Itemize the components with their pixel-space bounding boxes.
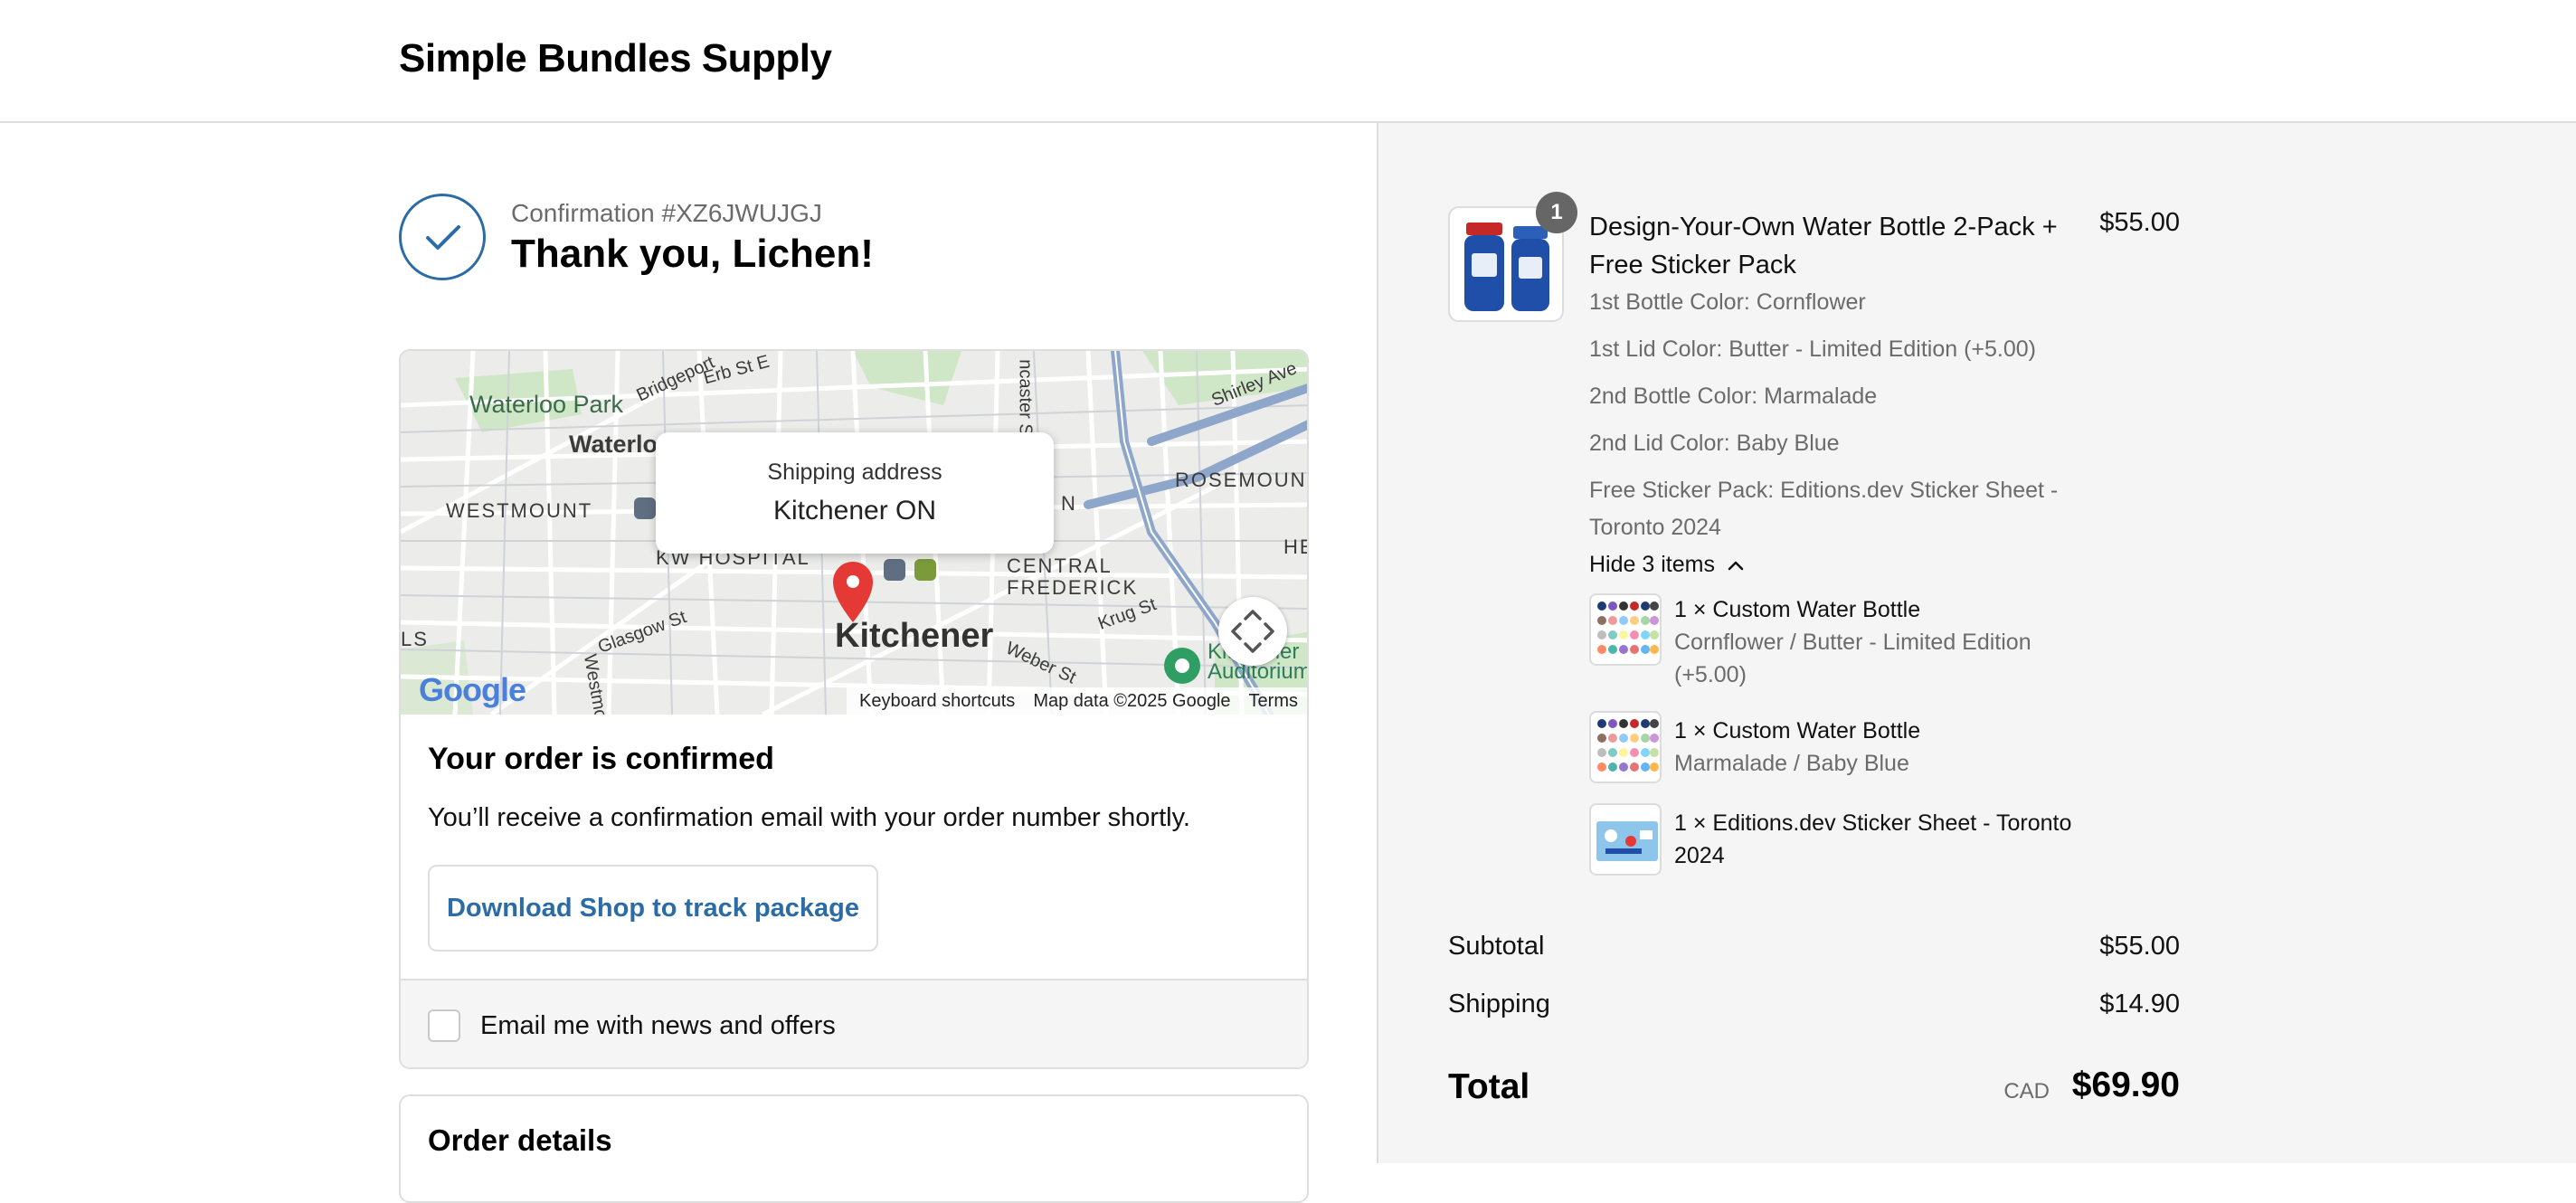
shipping-map[interactable]: Waterloo Park Waterlo WESTMOUNT KW HOSPI… [401,351,1309,715]
product-option: Free Sticker Pack: Editions.dev Sticker … [1589,478,2059,540]
bottle-swatches-image [1597,602,1659,654]
map-label: WESTMOUNT [446,499,593,522]
product-option: 1st Bottle Color: Cornflower [1589,289,1866,315]
order-confirmed-title: Your order is confirmed [428,742,774,776]
sub-item-thumbnail [1589,711,1662,783]
subtotal-value: $55.00 [2099,932,2180,961]
download-shop-button[interactable]: Download Shop to track package [428,865,878,952]
map-label: N [1061,492,1075,515]
product-option: 2nd Lid Color: Baby Blue [1589,431,1840,456]
map-label: CENTRAL FREDERICK [1007,554,1139,599]
total-value: $69.90 [2071,1066,2180,1104]
terms-link[interactable]: Terms [1249,691,1298,712]
product-name: Design-Your-Own Water Bottle 2-Pack + Fr… [1589,213,2058,279]
email-opt-in-checkbox[interactable] [428,1009,460,1042]
sub-item-title: 1 × Custom Water Bottle [1674,718,1921,744]
product-option: 1st Lid Color: Butter - Limited Edition … [1589,336,2036,362]
store-name[interactable]: Simple Bundles Supply [399,36,832,81]
order-details-title: Order details [428,1123,612,1157]
order-details-card: Order details [399,1094,1309,1203]
bottle-swatches-image [1597,719,1659,772]
map-label: Kitchener [835,617,994,655]
map-label: HE [1283,535,1307,558]
quantity-badge: 1 [1536,192,1577,233]
hide-items-toggle[interactable]: Hide 3 items [1589,552,1745,578]
sub-item-desc: Marmalade / Baby Blue [1674,751,1909,776]
sub-item-title: 1 × Custom Water Bottle [1674,597,1921,622]
order-confirmed-text: You’ll receive a confirmation email with… [428,803,1190,832]
map-label: ncaster S [1015,359,1036,436]
sub-item-title: 1 × Editions.dev Sticker Sheet - Toronto… [1674,810,2072,868]
shipping-address-popup: Shipping address Kitchener ON [656,432,1054,554]
sub-item-thumbnail [1589,803,1662,876]
map-fullscreen-button[interactable] [1218,597,1287,666]
thank-you-heading: Thank you, Lichen! [511,232,874,276]
confirmation-number: Confirmation #XZ6JWUJGJ [511,199,822,227]
shipping-address-title: Shipping address [767,459,942,485]
map-label: Waterlo [569,431,658,458]
sticker-sheet-image [1596,821,1658,861]
email-opt-in-row: Email me with news and offers [401,979,1307,1067]
product-option: 2nd Bottle Color: Marmalade [1589,384,1878,409]
total-label: Total [1448,1067,1530,1106]
subtotal-label: Subtotal [1448,932,1545,961]
currency-code: CAD [2003,1079,2050,1104]
google-logo: Google [419,671,526,708]
shipping-address-value: Kitchener ON [772,496,937,526]
header: Simple Bundles Supply [0,0,2576,123]
map-footer: Keyboard shortcuts Map data ©2025 Google… [846,687,1307,715]
sub-item-thumbnail [1589,593,1662,666]
move-icon [1231,610,1274,653]
sub-item-desc: Cornflower / Butter - Limited Edition (+… [1674,630,2031,687]
chevron-up-icon [1728,562,1744,571]
hide-items-label: Hide 3 items [1589,552,1715,577]
keyboard-shortcuts-link[interactable]: Keyboard shortcuts [859,691,1015,712]
product-price: $55.00 [2099,208,2180,237]
checkmark-icon [399,194,486,280]
map-data-text: Map data ©2025 Google [1033,690,1231,711]
order-status-card: Waterloo Park Waterlo WESTMOUNT KW HOSPI… [399,349,1309,1069]
shipping-value: $14.90 [2099,990,2180,1018]
download-shop-label: Download Shop to track package [446,894,860,923]
shipping-label: Shipping [1448,990,1550,1018]
email-opt-in-label[interactable]: Email me with news and offers [480,1011,836,1041]
map-label: ROSEMOUNT [1175,469,1309,491]
map-label: LS [401,628,429,650]
map-label: Waterloo Park [469,391,624,418]
